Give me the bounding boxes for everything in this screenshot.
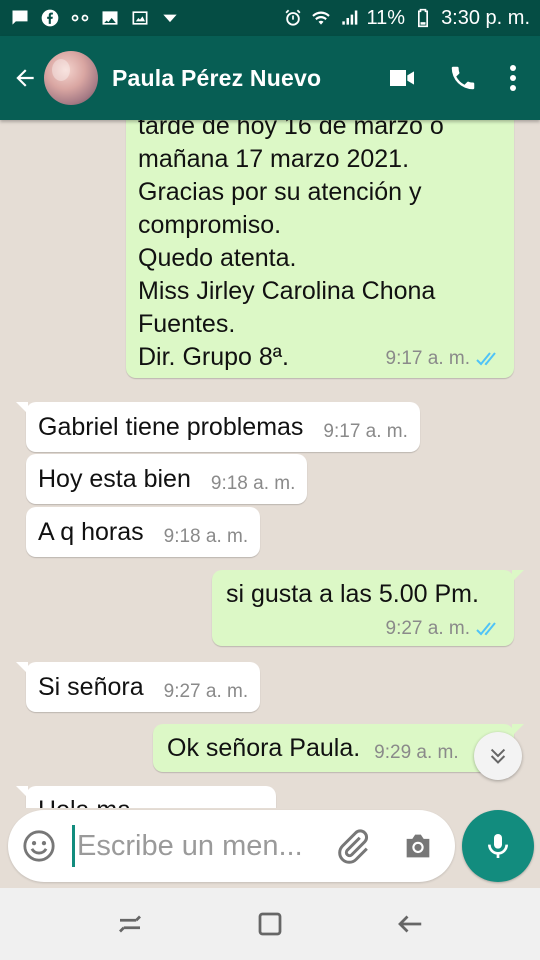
incoming-message[interactable]: Hoy esta bien 9:18 a. m. <box>26 454 308 504</box>
message-time: 9:17 a. m. <box>385 348 471 369</box>
message-line: tarde de hoy 16 de marzo o <box>138 120 444 140</box>
outgoing-message[interactable]: Ok señora Paula. 9:29 a. m. <box>153 724 524 772</box>
status-system-icons: 11% 3:30 p. m. <box>283 7 530 30</box>
message-meta: 9:17 a. m. <box>386 348 503 370</box>
attach-icon[interactable] <box>335 828 371 864</box>
wifi-icon <box>311 8 331 28</box>
bubble-tail <box>16 662 28 674</box>
message-composer: Escribe un men... <box>8 810 455 882</box>
bubble-tail <box>16 786 28 798</box>
chat-header: Paula Pérez Nuevo <box>0 36 540 120</box>
read-ticks-icon <box>476 352 496 366</box>
outgoing-message[interactable]: tarde de hoy 16 de marzo o mañana 17 mar… <box>126 120 514 378</box>
back-icon[interactable] <box>395 909 425 939</box>
more-vert-icon[interactable] <box>508 63 518 93</box>
message-text: tarde de hoy 16 de marzo o mañana 17 mar… <box>138 120 444 374</box>
header-actions <box>386 62 532 94</box>
message-text: Ok señora Paula. <box>167 733 361 762</box>
home-icon[interactable] <box>255 909 285 939</box>
chevron-double-down-icon <box>490 748 506 764</box>
message-text: A q horas <box>38 517 144 546</box>
emoji-icon[interactable] <box>22 829 56 863</box>
gallery-icon <box>130 8 150 28</box>
mic-icon <box>488 834 508 858</box>
message-line: Gracias por su atención y <box>138 178 422 206</box>
text-cursor <box>72 825 75 867</box>
message-time: 9:27 a. m. <box>163 681 249 702</box>
signal-icon <box>339 8 359 28</box>
battery-percentage: 11% <box>366 6 406 29</box>
back-button[interactable] <box>8 58 42 98</box>
message-time: 9:29 a. m. <box>374 742 459 763</box>
message-text: si gusta a las 5.00 Pm. <box>226 580 479 608</box>
incoming-message[interactable]: Si señora 9:27 a. m. <box>16 662 261 712</box>
message-text: Gabriel tiene problemas <box>38 412 304 441</box>
system-navigation-bar <box>0 888 540 960</box>
video-call-icon[interactable] <box>386 62 418 94</box>
camera-icon[interactable] <box>401 829 435 863</box>
incoming-message[interactable]: Hola ma <box>16 786 276 808</box>
bubble-tail <box>512 570 524 582</box>
message-line: compromiso. <box>138 211 282 239</box>
back-arrow-icon <box>16 69 34 87</box>
contact-name[interactable]: Paula Pérez Nuevo <box>112 65 321 92</box>
bubble-tail <box>16 402 28 414</box>
message-input[interactable]: Escribe un men... <box>77 830 303 863</box>
message-line: mañana 17 marzo 2021. <box>138 145 410 173</box>
message-text: Hola ma <box>38 796 131 808</box>
chat-icon <box>10 8 30 28</box>
image-icon <box>100 8 120 28</box>
recents-icon[interactable] <box>115 909 145 939</box>
read-ticks-icon <box>476 622 496 636</box>
message-line: Miss Jirley Carolina Chona <box>138 277 436 305</box>
battery-icon <box>413 8 433 28</box>
message-time: 9:18 a. m. <box>163 526 249 547</box>
outgoing-message[interactable]: si gusta a las 5.00 Pm. 9:27 a. m. <box>212 570 524 646</box>
status-bar: 11% 3:30 p. m. <box>0 0 540 36</box>
status-time: 3:30 p. m. <box>441 6 530 29</box>
message-time: 9:18 a. m. <box>210 473 296 494</box>
status-notification-icons <box>10 8 180 28</box>
message-text: Hoy esta bien <box>38 464 191 493</box>
incoming-message[interactable]: A q horas 9:18 a. m. <box>26 507 261 557</box>
contact-avatar[interactable] <box>44 51 98 105</box>
phone-icon[interactable] <box>448 63 478 93</box>
bubble-tail <box>512 724 524 736</box>
message-text: Si señora <box>38 672 144 701</box>
dropdown-icon <box>160 8 180 28</box>
conversation[interactable]: tarde de hoy 16 de marzo o mañana 17 mar… <box>0 120 540 808</box>
message-time: 9:27 a. m. <box>385 618 471 639</box>
message-time: 9:17 a. m. <box>323 421 408 442</box>
mic-button[interactable] <box>462 810 534 882</box>
voicemail-icon <box>70 8 90 28</box>
message-line: Fuentes. <box>138 310 236 338</box>
message-meta: 9:27 a. m. <box>386 618 503 640</box>
incoming-message[interactable]: Gabriel tiene problemas 9:17 a. m. <box>16 402 420 452</box>
message-line: Quedo atenta. <box>138 244 297 272</box>
alarm-icon <box>283 8 303 28</box>
facebook-icon <box>40 8 60 28</box>
scroll-to-bottom-button[interactable] <box>474 732 522 780</box>
